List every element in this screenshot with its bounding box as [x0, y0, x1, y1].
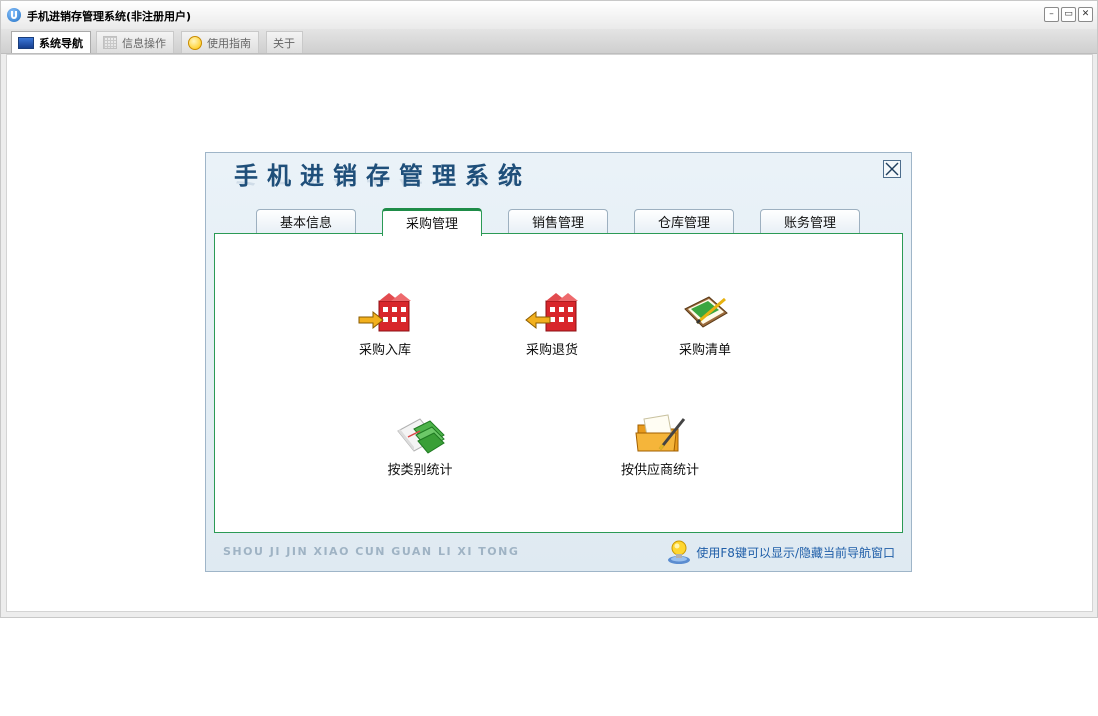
monitor-icon [18, 36, 34, 49]
stock-in-item[interactable]: 采购入库 [325, 289, 445, 358]
restore-button[interactable]: ▭ [1061, 7, 1076, 22]
lightbulb-icon [668, 540, 691, 564]
supplier-stats-label: 按供应商统计 [620, 463, 699, 478]
stock-return-icon [525, 293, 578, 332]
main-tab-bar: 系统导航 信息操作 使用指南 关于 [1, 29, 1097, 54]
nav-tab-accounts[interactable]: 账务管理 [760, 209, 860, 235]
window-title: 手机进销存管理系统(非注册用户) [27, 10, 192, 23]
nav-tab-purchase[interactable]: 采购管理 [382, 208, 482, 236]
help-icon [188, 35, 202, 50]
f8-hint: 使用F8键可以显示/隐藏当前导航窗口 [666, 539, 895, 565]
nav-footer-pinyin: SHOU JI JIN XIAO CUN GUAN LI XI TONG [223, 545, 520, 558]
supplier-stats-icon [635, 414, 686, 452]
tab-label: 使用指南 [207, 36, 251, 50]
close-button[interactable]: ✕ [1078, 7, 1093, 22]
purchase-list-icon [684, 296, 728, 328]
close-icon [885, 162, 899, 176]
tab-label: 信息操作 [122, 36, 166, 50]
purchase-list-label: 采购清单 [678, 343, 731, 358]
window-controls: – ▭ ✕ [1044, 7, 1093, 22]
tab-user-guide[interactable]: 使用指南 [181, 31, 259, 53]
nav-title-reflection: 手机进销存管理系统 [234, 179, 531, 193]
tab-about[interactable]: 关于 [266, 31, 303, 53]
stock-return-label: 采购退货 [525, 343, 578, 358]
nav-tab-strip: 基本信息 采购管理 销售管理 仓库管理 账务管理 [206, 208, 911, 236]
nav-tab-warehouse[interactable]: 仓库管理 [634, 209, 734, 235]
category-stats-icon [397, 418, 445, 454]
tab-label: 关于 [273, 36, 295, 50]
tab-info-ops[interactable]: 信息操作 [96, 31, 174, 53]
navigation-window: 手机进销存管理系统 手机进销存管理系统 基本信息 采购管理 销售管理 仓库管理 … [205, 152, 912, 572]
stock-return-item[interactable]: 采购退货 [492, 289, 612, 358]
tab-system-nav[interactable]: 系统导航 [11, 31, 91, 53]
tab-label: 系统导航 [39, 36, 83, 50]
category-stats-label: 按类别统计 [387, 463, 453, 478]
purchase-panel: 采购入库 采购退货 采购清单 按类别统计 按供应商统计 [214, 233, 903, 533]
app-logo-icon [7, 8, 21, 22]
nav-tab-basic-info[interactable]: 基本信息 [256, 209, 356, 235]
stock-in-label: 采购入库 [358, 343, 411, 358]
supplier-stats-item[interactable]: 按供应商统计 [600, 409, 720, 478]
nav-close-button[interactable] [883, 160, 901, 178]
grid-icon [103, 36, 117, 49]
category-stats-item[interactable]: 按类别统计 [360, 409, 480, 478]
f8-hint-text: 使用F8键可以显示/隐藏当前导航窗口 [696, 545, 895, 560]
nav-tab-sales[interactable]: 销售管理 [508, 209, 608, 235]
purchase-list-item[interactable]: 采购清单 [645, 289, 765, 358]
title-bar: 手机进销存管理系统(非注册用户) – ▭ ✕ [1, 1, 1097, 29]
stock-in-icon [358, 293, 411, 332]
minimize-button[interactable]: – [1044, 7, 1059, 22]
